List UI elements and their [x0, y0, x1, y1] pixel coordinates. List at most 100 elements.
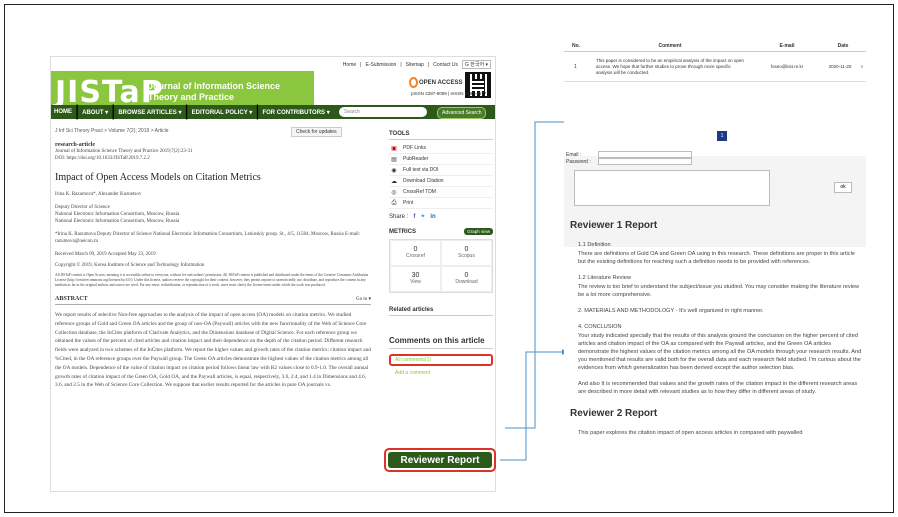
tool-doi[interactable]: ◉ Full text via DOI: [389, 165, 493, 176]
journal-title-line-2: Theory and Practice: [148, 92, 235, 102]
pubreader-icon: ▤: [391, 156, 397, 163]
metrics-grid: 0 Crossref 0 Scopus 30 View 0 Download: [389, 239, 493, 293]
col-comment: Comment: [658, 42, 682, 49]
reviewer-report-label: Reviewer Report: [388, 452, 492, 468]
doi-link[interactable]: DOI: https://doi.org/10.1633/JISTaP.2019…: [55, 155, 371, 162]
abstract-heading: ABSTRACT: [55, 296, 88, 302]
review-paragraph: 2. MATERIALS AND METHODOLOGY - It's well…: [578, 308, 764, 314]
top-nav: Home | E-Submission | Sitemap | Contact Us …: [343, 60, 491, 69]
menu-about[interactable]: ABOUT ▾: [79, 109, 111, 116]
metric-scopus[interactable]: 0 Scopus: [441, 240, 492, 266]
reviewer-2-text: This paper explores the citation impact …: [578, 430, 803, 436]
metrics-heading: METRICS: [389, 228, 416, 235]
copyright: Copyright © 2019, Korea Institute of Sci…: [55, 263, 205, 268]
menu-contributors[interactable]: FOR CONTRIBUTORS ▾: [259, 109, 332, 116]
password-field[interactable]: [598, 158, 692, 165]
search-input[interactable]: Search: [339, 107, 427, 117]
metric-value: 0: [464, 272, 469, 279]
menu-home[interactable]: HOME: [51, 109, 75, 115]
reviewer-report-button[interactable]: Reviewer Report: [384, 448, 496, 472]
side-rail: TOOLS ▣ PDF Links ▤ PubReader ◉ Full text v…: [389, 131, 493, 376]
affiliation-3: National Electronic Information Consorti…: [55, 219, 180, 224]
tools-heading: TOOLS: [389, 131, 493, 140]
metric-label: View: [410, 279, 421, 285]
issn-text: pISSN 2287-9099 | eISSN 2287-4577: [411, 91, 487, 96]
tool-citation-label: Download Citation: [403, 178, 444, 184]
review-paragraph: Your study indicated specially that the …: [578, 333, 862, 371]
cell-date: 2020-11-20: [828, 64, 852, 69]
metrics-header: METRICS Graph view: [389, 228, 493, 235]
cell-email: foseo@kist.re.kr: [770, 64, 804, 69]
graph-view-button[interactable]: Graph view: [464, 228, 493, 235]
search-icon[interactable]: ⚲: [419, 107, 424, 115]
comments-table: No. Comment E-mail Date 1 This paper is …: [564, 40, 866, 82]
nav-home[interactable]: Home: [343, 62, 356, 68]
abstract-text: We report results of selective Non-free …: [55, 312, 371, 389]
review-paragraph: There are definitions of Gold OA and Gre…: [578, 251, 855, 265]
goto-select[interactable]: Go to ▾: [356, 296, 371, 302]
crossref-icon: ◎: [391, 189, 397, 196]
share-row: Share : f ✦ in: [389, 213, 493, 221]
email-field[interactable]: [598, 151, 692, 158]
metric-label: Download: [455, 279, 478, 285]
review-page: No. Comment E-mail Date 1 This paper is …: [564, 40, 866, 498]
breadcrumb[interactable]: J Inf Sci Theory Pract > Volume 7(2); 20…: [55, 128, 169, 134]
tool-crossref-label: CrossRef TDM: [403, 189, 436, 195]
reviewer-2-heading: Reviewer 2 Report: [570, 408, 658, 419]
add-comment-link[interactable]: Add a comment: [389, 370, 493, 376]
nav-sitemap[interactable]: Sitemap: [406, 62, 424, 68]
metric-crossref[interactable]: 0 Crossref: [390, 240, 441, 266]
tool-pubreader-label: PubReader: [403, 156, 429, 162]
journal-title: Journal of Information Science Theory an…: [148, 81, 280, 103]
open-access-lock-icon: [409, 77, 418, 88]
citation: Journal of Information Science Theory an…: [55, 149, 193, 154]
main-menu: HOME | ABOUT ▾ | BROWSE ARTICLES ▾ | EDITOR…: [51, 103, 495, 120]
col-date: Date: [837, 42, 849, 49]
affiliation-1: Deputy Director of Science: [55, 205, 110, 210]
tool-pdf[interactable]: ▣ PDF Links: [389, 143, 493, 154]
pdf-icon: ▣: [391, 145, 397, 152]
tool-print[interactable]: ⎙ Print: [389, 198, 493, 209]
email-label: Email :: [566, 152, 582, 158]
linkedin-icon[interactable]: in: [430, 214, 435, 220]
ok-button[interactable]: ok: [834, 182, 852, 193]
authors[interactable]: Irina K. Razumova*, Alexander Kuznetsov: [55, 191, 371, 198]
corresponding-author: *Irina K. Razumova Deputy Director of Sc…: [55, 232, 360, 244]
reviewer-1-heading: Reviewer 1 Report: [570, 220, 658, 231]
comment-textarea[interactable]: [574, 170, 770, 206]
review-paragraph: 1.1 Definition: [578, 242, 611, 248]
article-body: research-article Journal of Information …: [55, 142, 371, 390]
menu-browse[interactable]: BROWSE ARTICLES ▾: [115, 109, 184, 116]
metric-label: Scopus: [458, 253, 475, 259]
all-comments-link[interactable]: All comments(1): [389, 354, 493, 366]
journal-title-line-1: Journal of Information Science: [148, 81, 281, 91]
facebook-icon[interactable]: f: [413, 214, 415, 220]
menu-editorial[interactable]: EDITORIAL POLICY ▾: [189, 109, 256, 116]
table-header: No. Comment E-mail Date: [564, 40, 866, 52]
metric-value: 0: [464, 246, 469, 253]
col-no: No.: [572, 42, 581, 49]
nav-esubmission[interactable]: E-Submission: [365, 62, 396, 68]
check-updates-button[interactable]: Check for updates: [291, 127, 342, 137]
nav-contact[interactable]: Contact Us: [433, 62, 458, 68]
tool-citation[interactable]: ☁ Download Citation: [389, 176, 493, 187]
metric-view[interactable]: 30 View: [390, 266, 441, 292]
abstract-header: ABSTRACT Go to ▾: [55, 296, 371, 305]
cell-comment: This paper is considered to be an empiri…: [596, 57, 744, 75]
review-content: Reviewer 1 Report 1.1 Definition There a…: [570, 220, 862, 445]
review-paragraph: The review is too brief to understand th…: [578, 284, 860, 298]
tool-pubreader[interactable]: ▤ PubReader: [389, 154, 493, 165]
advanced-search-button[interactable]: Advanced Search: [437, 107, 487, 119]
table-row: 1 This paper is considered to be an empi…: [564, 52, 866, 82]
tool-pdf-label: PDF Links: [403, 145, 427, 151]
review-paragraph: 4. CONCLUSION: [578, 324, 622, 330]
language-select[interactable]: G 한국어 ▾: [462, 60, 491, 69]
twitter-icon[interactable]: ✦: [420, 213, 425, 220]
metric-download[interactable]: 0 Download: [441, 266, 492, 292]
related-articles-heading[interactable]: Related articles: [389, 307, 493, 316]
row-actions-icon[interactable]: ∨: [860, 64, 864, 70]
page-number-button[interactable]: 1: [717, 131, 727, 141]
password-label: Password :: [566, 159, 591, 165]
review-paragraph: And also It is recommended that values a…: [578, 381, 858, 395]
tool-crossref[interactable]: ◎ CrossRef TDM: [389, 187, 493, 198]
